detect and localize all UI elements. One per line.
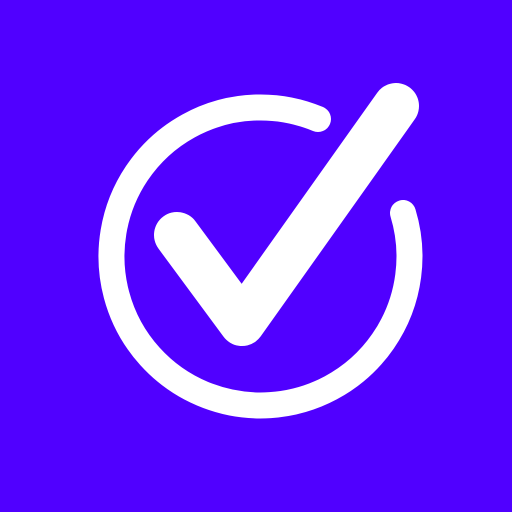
check-circle-icon (0, 0, 512, 512)
icon-background (0, 0, 512, 512)
app-icon (0, 0, 512, 512)
